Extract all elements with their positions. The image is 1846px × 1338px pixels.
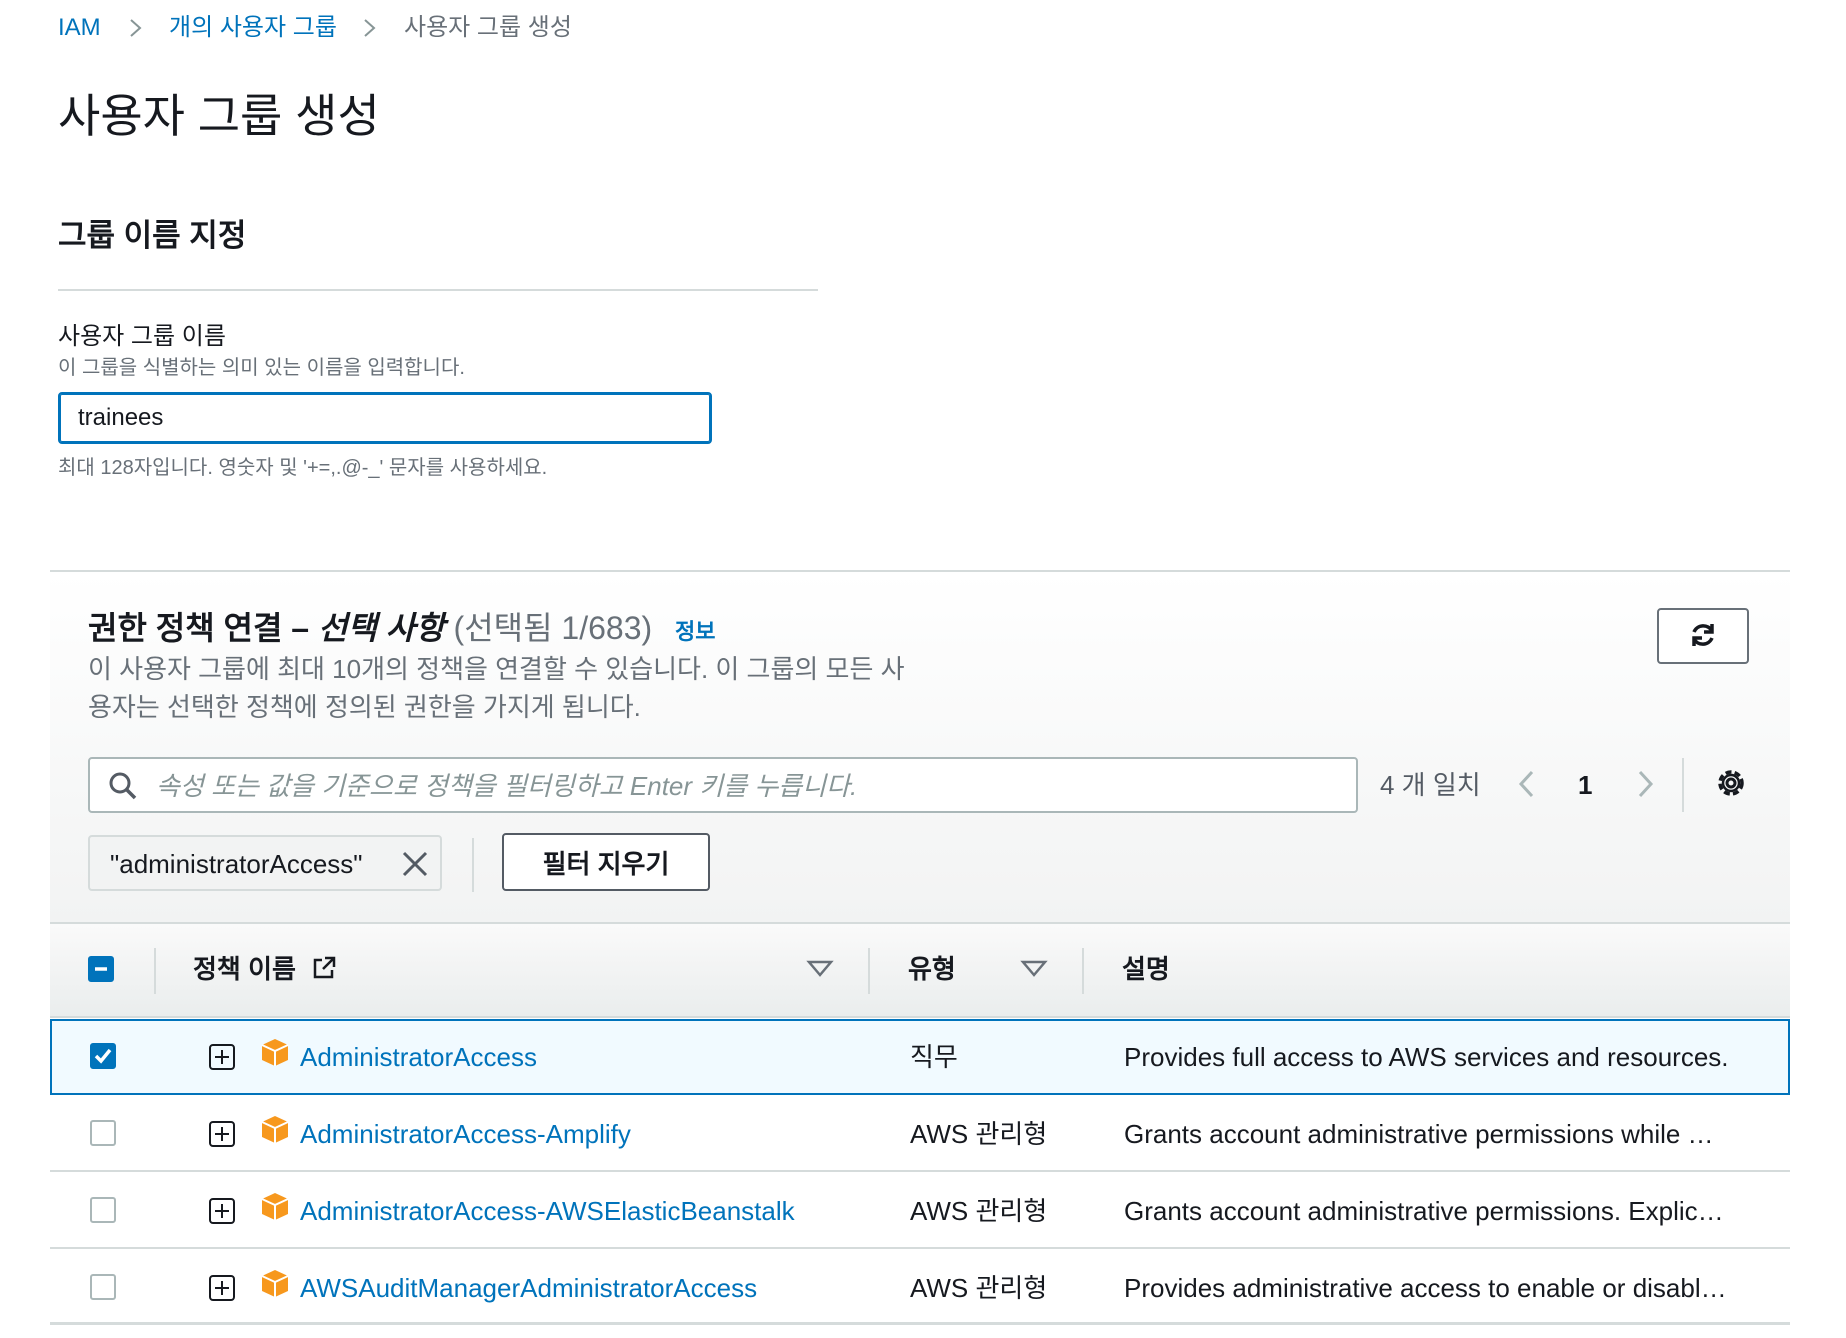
policy-description: Grants account administrative permission… bbox=[1124, 1196, 1724, 1226]
table-header: 정책 이름 유형 설명 bbox=[50, 922, 1790, 1018]
table-row[interactable]: AdministratorAccess-Amplify AWS 관리형 Gran… bbox=[50, 1096, 1790, 1172]
policies-title-main: 권한 정책 연결 – bbox=[88, 610, 318, 646]
policy-box-icon bbox=[260, 1191, 290, 1226]
policy-box-icon bbox=[260, 1268, 290, 1303]
policy-description: Grants account administrative permission… bbox=[1124, 1119, 1714, 1149]
match-count: 4 개 일치 bbox=[1380, 770, 1481, 800]
policies-title: 권한 정책 연결 – 선택 사항 (선택됨 1/683) 정보 bbox=[88, 606, 716, 654]
refresh-button[interactable] bbox=[1657, 608, 1749, 664]
section-title-group-name: 그룹 이름 지정 bbox=[58, 218, 247, 253]
row-checkbox[interactable] bbox=[90, 1274, 116, 1300]
column-divider bbox=[154, 948, 156, 994]
column-header-policy-name-label: 정책 이름 bbox=[193, 954, 296, 984]
section-divider bbox=[58, 289, 818, 291]
external-link-icon bbox=[311, 954, 337, 984]
table-bottom-border bbox=[50, 1322, 1790, 1325]
group-name-constraint: 최대 128자입니다. 영숫자 및 '+=,.@-_' 문자를 사용하세요. bbox=[58, 457, 548, 479]
policy-name-link[interactable]: AdministratorAccess bbox=[300, 1040, 537, 1074]
group-name-input[interactable] bbox=[58, 392, 712, 444]
expand-plus-icon[interactable] bbox=[208, 1120, 236, 1153]
chevron-right-icon bbox=[126, 12, 146, 53]
row-checkbox[interactable] bbox=[90, 1043, 116, 1069]
expand-plus-icon[interactable] bbox=[208, 1043, 236, 1076]
policies-title-optional: 선택 사항 bbox=[318, 610, 445, 646]
gear-icon[interactable] bbox=[1714, 766, 1748, 805]
sort-caret-icon[interactable] bbox=[806, 958, 834, 985]
page-title: 사용자 그룹 생성 bbox=[58, 90, 380, 142]
table-row[interactable]: AdministratorAccess 직무 Provides full acc… bbox=[50, 1019, 1790, 1095]
table-row[interactable]: AWSAuditManagerAdministratorAccess AWS 관… bbox=[50, 1250, 1790, 1326]
policy-name-link[interactable]: AWSAuditManagerAdministratorAccess bbox=[300, 1271, 757, 1305]
policy-type: AWS 관리형 bbox=[910, 1119, 1048, 1149]
filter-token: "administratorAccess" bbox=[88, 835, 442, 891]
policy-search-box[interactable] bbox=[88, 757, 1358, 813]
filter-token-text: "administratorAccess" bbox=[110, 849, 363, 879]
breadcrumb-iam[interactable]: IAM bbox=[58, 12, 101, 44]
column-divider bbox=[1082, 948, 1084, 994]
column-header-policy-name[interactable]: 정책 이름 bbox=[193, 952, 337, 986]
clear-filters-button[interactable]: 필터 지우기 bbox=[502, 833, 710, 891]
policy-type: AWS 관리형 bbox=[910, 1273, 1048, 1303]
column-header-description: 설명 bbox=[1122, 954, 1170, 984]
expand-plus-icon[interactable] bbox=[208, 1274, 236, 1307]
policy-box-icon bbox=[260, 1114, 290, 1149]
column-divider bbox=[868, 948, 870, 994]
sort-caret-icon[interactable] bbox=[1020, 958, 1048, 985]
row-checkbox[interactable] bbox=[90, 1120, 116, 1146]
close-icon[interactable] bbox=[400, 849, 430, 884]
policies-description: 이 사용자 그룹에 최대 10개의 정책을 연결할 수 있습니다. 이 그룹의 … bbox=[88, 654, 905, 722]
row-checkbox[interactable] bbox=[90, 1197, 116, 1223]
breadcrumb-current: 사용자 그룹 생성 bbox=[404, 14, 572, 41]
filter-divider bbox=[472, 838, 474, 892]
chevron-right-icon[interactable] bbox=[1630, 764, 1660, 809]
policy-description: Provides full access to AWS services and… bbox=[1124, 1042, 1729, 1072]
refresh-icon bbox=[1688, 620, 1718, 653]
info-link[interactable]: 정보 bbox=[675, 619, 715, 644]
search-icon bbox=[108, 771, 138, 806]
policy-search-input[interactable] bbox=[154, 759, 1348, 813]
group-name-description: 이 그룹을 식별하는 의미 있는 이름을 입력합니다. bbox=[58, 357, 465, 379]
policy-type: AWS 관리형 bbox=[910, 1196, 1048, 1226]
chevron-right-icon bbox=[360, 12, 380, 53]
pager-divider bbox=[1682, 758, 1684, 812]
column-header-type[interactable]: 유형 bbox=[908, 952, 956, 986]
policy-type: 직무 bbox=[910, 1042, 958, 1072]
group-name-label: 사용자 그룹 이름 bbox=[58, 323, 226, 350]
policy-description: Provides administrative access to enable… bbox=[1124, 1273, 1727, 1303]
expand-plus-icon[interactable] bbox=[208, 1197, 236, 1230]
policy-box-icon bbox=[260, 1037, 290, 1072]
policies-selected-count: (선택됨 1/683) bbox=[444, 610, 653, 646]
breadcrumb-user-groups[interactable]: 개의 사용자 그룹 bbox=[169, 12, 337, 44]
select-all-checkbox[interactable] bbox=[88, 956, 114, 982]
current-page-number[interactable]: 1 bbox=[1578, 768, 1592, 802]
policy-name-link[interactable]: AdministratorAccess-Amplify bbox=[300, 1117, 631, 1151]
table-row[interactable]: AdministratorAccess-AWSElasticBeanstalk … bbox=[50, 1173, 1790, 1249]
chevron-left-icon[interactable] bbox=[1512, 764, 1542, 809]
policy-name-link[interactable]: AdministratorAccess-AWSElasticBeanstalk bbox=[300, 1194, 795, 1228]
